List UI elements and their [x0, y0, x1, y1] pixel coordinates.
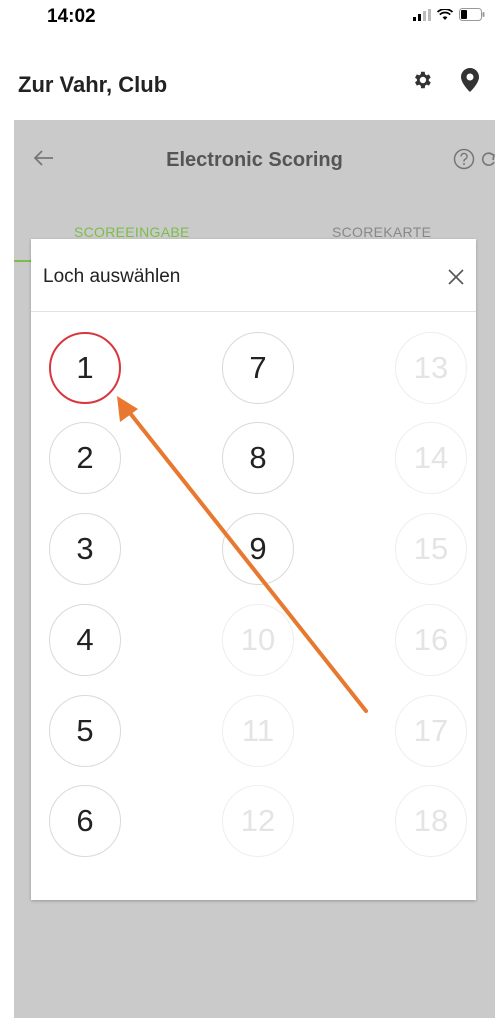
refresh-icon[interactable] — [481, 148, 495, 175]
tab-scorekarte[interactable]: SCOREKARTE — [332, 224, 431, 240]
tab-scoreeingabe[interactable]: SCOREEINGABE — [74, 224, 190, 240]
hole-button-12: 12 — [222, 785, 294, 857]
hole-button-4[interactable]: 4 — [49, 604, 121, 676]
hole-button-11: 11 — [222, 695, 294, 767]
status-bar: 14:02 — [0, 0, 495, 40]
dialog-title: Loch auswählen — [43, 266, 181, 287]
hole-button-5[interactable]: 5 — [49, 695, 121, 767]
wifi-icon — [436, 8, 454, 26]
hole-button-9[interactable]: 9 — [222, 513, 294, 585]
status-icons — [413, 8, 485, 26]
help-icon[interactable] — [453, 148, 475, 175]
gear-icon[interactable] — [411, 69, 433, 96]
hole-button-18: 18 — [395, 785, 467, 857]
hole-button-17: 17 — [395, 695, 467, 767]
hole-button-15: 15 — [395, 513, 467, 585]
hole-button-7[interactable]: 7 — [222, 332, 294, 404]
hole-button-3[interactable]: 3 — [49, 513, 121, 585]
page-title: Electronic Scoring — [166, 149, 343, 171]
dialog-header: Loch auswählen — [31, 239, 476, 312]
app-title: Zur Vahr, Club — [18, 72, 168, 97]
status-time: 14:02 — [47, 6, 96, 27]
hole-button-13: 13 — [395, 332, 467, 404]
sub-header-icons — [453, 148, 495, 175]
battery-icon — [459, 8, 485, 26]
close-icon[interactable] — [448, 269, 464, 290]
hole-select-dialog: Loch auswählen 1 2 3 4 5 6 7 8 9 10 11 12 13 14 15 16 17… — [31, 239, 476, 900]
sub-header: Electronic Scoring — [14, 130, 495, 190]
app-bar: Zur Vahr, Club — [0, 40, 495, 120]
app-bar-icons — [411, 68, 479, 97]
signal-icon — [413, 8, 431, 26]
hole-button-14: 14 — [395, 422, 467, 494]
hole-button-16: 16 — [395, 604, 467, 676]
hole-button-1[interactable]: 1 — [49, 332, 121, 404]
location-pin-icon[interactable] — [461, 68, 479, 97]
hole-button-10: 10 — [222, 604, 294, 676]
hole-button-6[interactable]: 6 — [49, 785, 121, 857]
hole-button-2[interactable]: 2 — [49, 422, 121, 494]
hole-button-8[interactable]: 8 — [222, 422, 294, 494]
